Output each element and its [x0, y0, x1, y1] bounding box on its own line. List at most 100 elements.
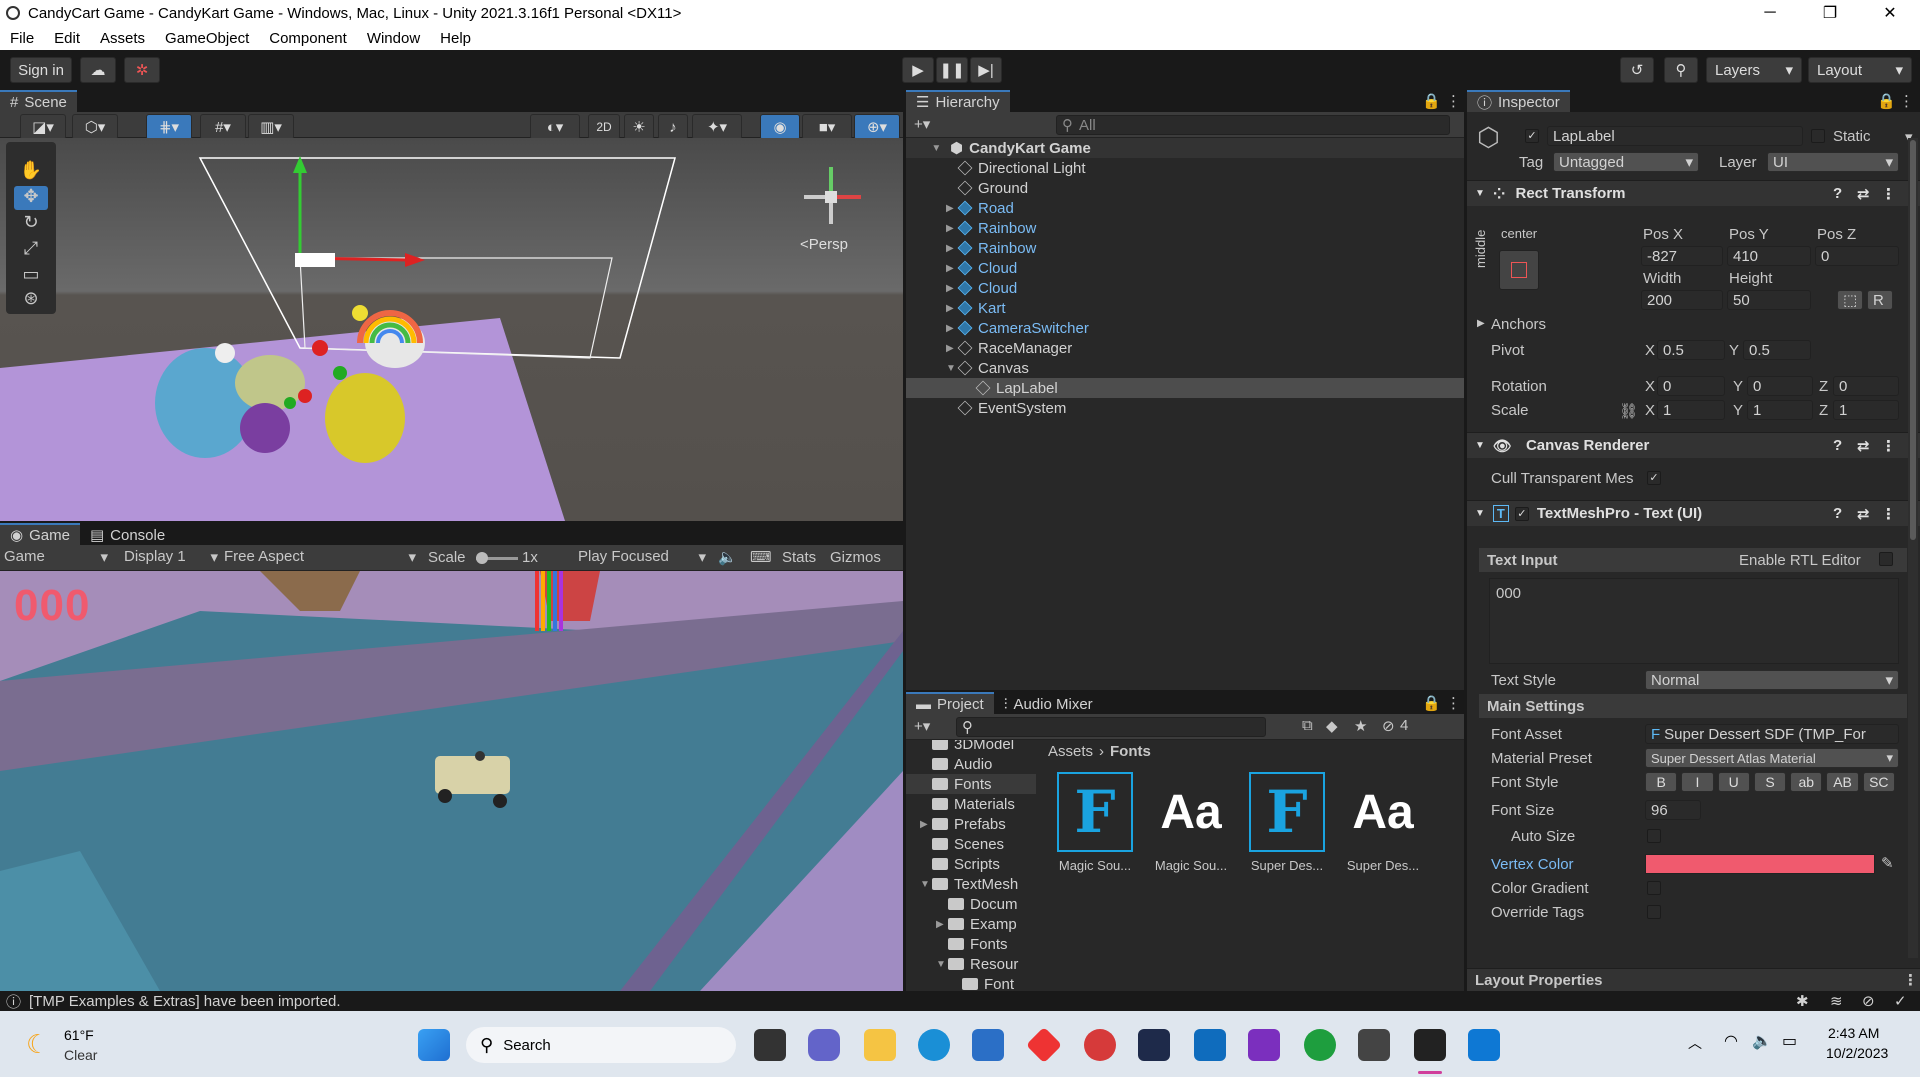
taskbar-search-box[interactable]: ⚲ Search [466, 1027, 736, 1063]
project-folder-item[interactable]: ▼ TextMesh [906, 874, 1036, 894]
scale-x-field[interactable]: 1 [1657, 400, 1725, 420]
breadcrumb-fonts[interactable]: Fonts [1110, 743, 1151, 760]
weather-moon-icon[interactable]: ☾ [26, 1029, 49, 1060]
game-view-dropdown[interactable]: Game ▾ [4, 548, 108, 566]
windows-start-icon[interactable] [418, 1029, 450, 1061]
2d-toggle-button[interactable]: 2D [588, 114, 620, 140]
canvas-renderer-header[interactable]: ▼ 👁 Canvas Renderer ? ⇄ ⋮ [1467, 432, 1920, 458]
draw-mode-icon[interactable]: ◪▾ [20, 114, 66, 140]
project-folder-item[interactable]: Font [906, 974, 1036, 991]
rect-tool-icon[interactable]: ▭ [14, 264, 48, 288]
pivot-icon[interactable]: ⬡▾ [72, 114, 118, 140]
posz-field[interactable]: 0 [1815, 246, 1899, 266]
edge-browser-icon[interactable] [918, 1029, 950, 1061]
menu-window[interactable]: Window [357, 30, 430, 47]
chevron-right-icon[interactable]: ▶ [946, 203, 958, 214]
hierarchy-search-input[interactable]: ⚲ All [1056, 115, 1450, 135]
chevron-down-icon[interactable]: ▼ [920, 879, 932, 890]
project-folder-item[interactable]: Fonts [906, 934, 1036, 954]
scale-tool-icon[interactable]: ⤢ [14, 238, 48, 262]
font-style-button[interactable]: B [1645, 772, 1678, 792]
hierarchy-item[interactable]: ▶ RaceManager [906, 338, 1464, 358]
text-style-dropdown[interactable]: Normal ▾ [1645, 670, 1899, 690]
chevron-right-icon[interactable]: ▶ [920, 819, 932, 830]
tmp-enabled-checkbox[interactable]: ✓ [1514, 506, 1529, 521]
stats-button[interactable]: Stats [782, 549, 816, 566]
chevron-up-icon[interactable]: ︿ [1688, 1033, 1702, 1053]
kebab-menu-icon[interactable]: ⋮ [1881, 185, 1896, 203]
display-dropdown[interactable]: Display 1 ▾ [124, 548, 218, 566]
rotate-tool-icon[interactable]: ↻ [14, 212, 48, 236]
battery-icon[interactable]: ▭ [1782, 1031, 1797, 1051]
font-size-field[interactable]: 96 [1645, 800, 1701, 820]
project-folder-item[interactable]: Materials [906, 794, 1036, 814]
chevron-right-icon[interactable]: ▶ [936, 919, 948, 930]
hierarchy-item[interactable]: Ground [906, 178, 1464, 198]
app-purple-icon[interactable] [1248, 1029, 1280, 1061]
chevron-right-icon[interactable]: ▶ [946, 283, 958, 294]
shading-mode-button[interactable]: ◐▾ [530, 114, 580, 140]
project-folder-item[interactable]: ▼ Resour [906, 954, 1036, 974]
lock-icon[interactable]: 🔒 [1422, 694, 1441, 712]
increment-snap-icon[interactable]: ▥▾ [248, 114, 294, 140]
weather-temp[interactable]: 61°F [64, 1027, 94, 1043]
eyedropper-icon[interactable]: ✎ [1881, 854, 1894, 872]
hierarchy-item[interactable]: ▶ Rainbow [906, 218, 1464, 238]
breadcrumb-assets[interactable]: Assets [1048, 743, 1093, 760]
help-icon[interactable]: ? [1833, 437, 1842, 454]
teams-chat-icon[interactable] [808, 1029, 840, 1061]
kebab-menu-icon[interactable]: ⋮ [1446, 92, 1461, 110]
filter-type-icon[interactable]: ⧉ [1302, 717, 1313, 734]
file-explorer-icon[interactable] [864, 1029, 896, 1061]
menu-edit[interactable]: Edit [44, 30, 90, 47]
chevron-right-icon[interactable]: ▶ [1477, 318, 1485, 329]
kebab-menu-icon[interactable]: ⋮ [1881, 505, 1896, 523]
raw-edit-icon[interactable]: R [1867, 290, 1893, 310]
hierarchy-item[interactable]: ▶ Cloud [906, 278, 1464, 298]
inspector-scrollbar[interactable] [1908, 138, 1918, 958]
app-red-burst-icon[interactable] [1084, 1029, 1116, 1061]
clock-date[interactable]: 10/2/2023 [1826, 1045, 1888, 1061]
play-focused-dropdown[interactable]: Play Focused ▾ [578, 548, 706, 566]
color-gradient-checkbox[interactable] [1647, 881, 1661, 895]
hierarchy-item[interactable]: ▶ Road [906, 198, 1464, 218]
font-style-button[interactable]: ab [1790, 772, 1823, 792]
hierarchy-item[interactable]: ▶ Cloud [906, 258, 1464, 278]
lock-icon[interactable]: 🔒 [1877, 92, 1896, 110]
preset-icon[interactable]: ⇄ [1857, 185, 1870, 203]
project-folder-item[interactable]: Scenes [906, 834, 1036, 854]
outlook-icon[interactable] [1194, 1029, 1226, 1061]
scale-y-field[interactable]: 1 [1747, 400, 1813, 420]
width-field[interactable]: 200 [1641, 290, 1723, 310]
cache-icon[interactable]: ⊘ [1862, 992, 1875, 1010]
auto-size-checkbox[interactable] [1647, 829, 1661, 843]
anchors-foldout[interactable]: Anchors [1491, 316, 1546, 333]
tab-scene[interactable]: # Scene [0, 90, 77, 112]
tmp-header[interactable]: ▼ T ✓ TextMeshPro - Text (UI) ? ⇄ ⋮ [1467, 500, 1920, 526]
project-folder-item[interactable]: Scripts [906, 854, 1036, 874]
microsoft-store-icon[interactable] [972, 1029, 1004, 1061]
hierarchy-item[interactable]: ▶ CameraSwitcher [906, 318, 1464, 338]
game-viewport[interactable]: 000 [0, 571, 903, 991]
asset-item[interactable]: F Super Des... [1242, 772, 1332, 873]
xbox-icon[interactable] [1304, 1029, 1336, 1061]
project-folder-item[interactable]: Audio [906, 754, 1036, 774]
menu-gameobject[interactable]: GameObject [155, 30, 259, 47]
filter-label-icon[interactable]: ◆ [1326, 717, 1338, 735]
hierarchy-item[interactable]: EventSystem [906, 398, 1464, 418]
preset-icon[interactable]: ⇄ [1857, 437, 1870, 455]
gizmos-toggle-icon[interactable]: ⊕▾ [854, 114, 900, 140]
chevron-right-icon[interactable]: ▶ [946, 303, 958, 314]
maximize-icon[interactable]: ❐ [1800, 0, 1860, 26]
volume-icon[interactable]: 🔈 [1752, 1031, 1772, 1051]
transform-tool-icon[interactable]: ⊛ [14, 288, 48, 312]
effects-toggle-icon[interactable]: ✦▾ [692, 114, 742, 140]
snap-grid-icon[interactable]: ⋕▾ [146, 114, 192, 140]
sign-in-button[interactable]: Sign in [10, 57, 72, 83]
menu-assets[interactable]: Assets [90, 30, 155, 47]
kebab-menu-icon[interactable]: ⋮ [1446, 694, 1461, 712]
grid-snap-icon[interactable]: #▾ [200, 114, 246, 140]
kebab-menu-icon[interactable]: ⋮ [1899, 92, 1914, 110]
help-icon[interactable]: ? [1833, 505, 1842, 522]
layers-dropdown[interactable]: Layers ▾ [1706, 57, 1802, 83]
